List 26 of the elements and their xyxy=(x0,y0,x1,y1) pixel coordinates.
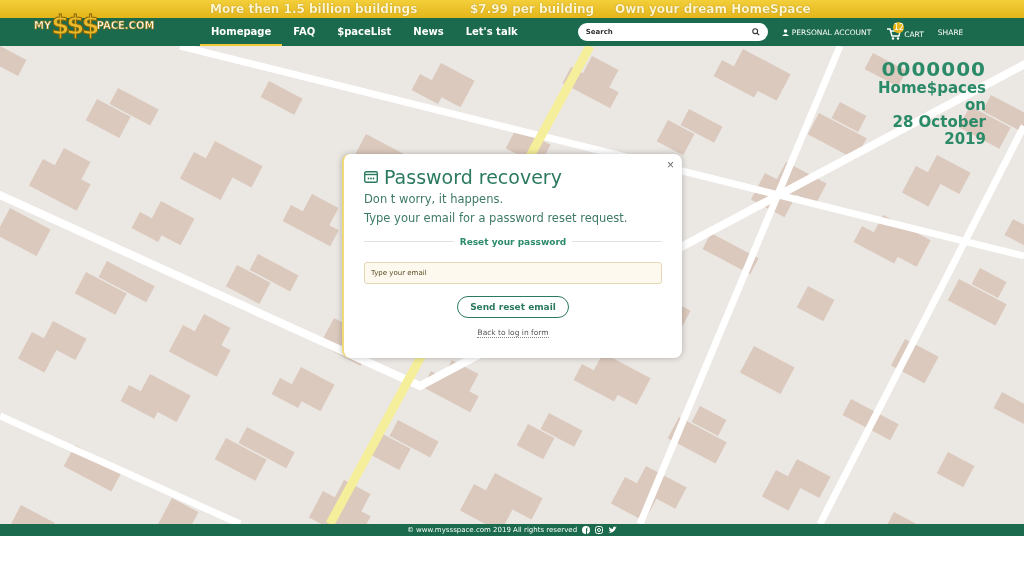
facebook-icon[interactable] xyxy=(582,526,591,534)
nav-tab[interactable]: Let's talk xyxy=(454,18,529,46)
nav-tab[interactable]: $paceList xyxy=(326,18,403,46)
send-reset-email-button[interactable]: Send reset email xyxy=(457,296,569,318)
dialog-text: Don t worry, it happens. xyxy=(364,192,505,207)
dialog-text: Type your email for a password reset request. xyxy=(364,211,629,226)
counter-text: 28 October xyxy=(892,114,986,131)
nav-tab[interactable]: News xyxy=(402,18,455,46)
close-button[interactable]: × xyxy=(665,156,676,174)
banner-text: $7.99 per building xyxy=(470,2,596,16)
cart-count-badge: 12 xyxy=(893,22,905,33)
search-icon xyxy=(751,28,760,36)
counter-value: 0000000 xyxy=(881,58,986,80)
counter-text: Home$paces xyxy=(878,80,986,97)
banner-text: More then 1.5 billion buildings xyxy=(210,2,419,16)
window-icon xyxy=(364,171,378,183)
nav-tab[interactable]: FAQ xyxy=(282,18,327,46)
banner-text: Own your dream HomeSpace xyxy=(615,2,811,16)
dialog-title: Password recovery xyxy=(384,166,562,188)
counter-text: on xyxy=(965,97,986,114)
person-icon xyxy=(781,28,789,36)
section-heading: Reset your password xyxy=(459,236,567,247)
cart-icon xyxy=(887,28,902,40)
twitter-icon[interactable] xyxy=(608,526,618,534)
counter-text: 2019 xyxy=(944,131,986,148)
instagram-icon[interactable] xyxy=(595,526,604,534)
